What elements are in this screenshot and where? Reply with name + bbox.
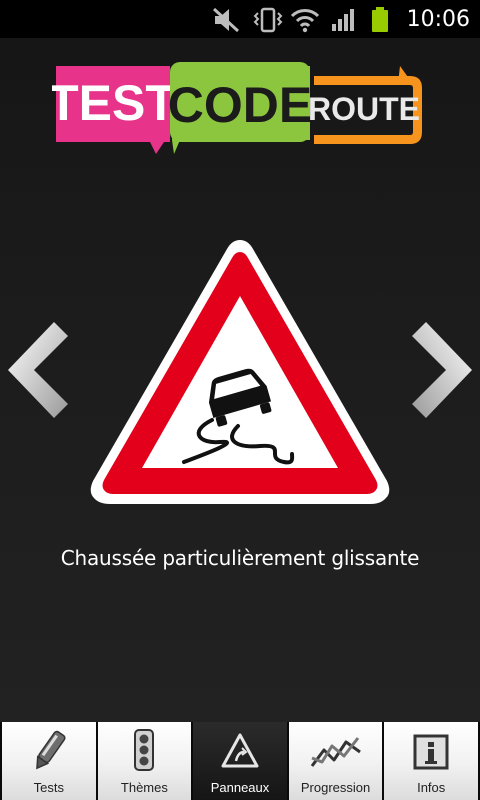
tab-themes-label: Thèmes	[120, 780, 168, 795]
pencil-icon	[35, 730, 66, 770]
app-logo: TEST CODE ROUTE	[52, 62, 422, 154]
wifi-icon	[290, 9, 320, 33]
tab-tests[interactable]: Tests	[2, 722, 96, 800]
battery-icon	[372, 7, 388, 32]
tab-themes[interactable]: Thèmes	[97, 722, 192, 800]
mute-icon	[212, 7, 240, 33]
tab-infos[interactable]: Infos	[384, 722, 478, 800]
tab-progression[interactable]: Progression	[288, 722, 383, 800]
traffic-light-icon	[134, 729, 155, 771]
sign-caption: Chaussée particulièrement glissante	[60, 546, 420, 570]
status-time: 10:06	[406, 7, 470, 32]
tab-panneaux-label: Panneaux	[210, 780, 270, 795]
logo-word-code: CODE	[168, 77, 312, 133]
chevron-left-icon	[8, 322, 68, 418]
previous-sign-button[interactable]	[6, 320, 72, 420]
tab-tests-label: Tests	[33, 780, 64, 795]
chevron-right-icon	[412, 322, 472, 418]
tab-infos-label: Infos	[417, 780, 446, 795]
info-icon	[413, 734, 449, 770]
tab-progression-label: Progression	[300, 780, 371, 795]
tab-bar: Tests Thèmes Panneaux Progression Infos	[0, 722, 480, 800]
chart-icon	[310, 737, 361, 767]
tab-panneaux[interactable]: Panneaux	[193, 722, 287, 800]
vibrate-icon	[253, 7, 283, 33]
road-sign-icon	[221, 733, 259, 768]
signal-icon	[332, 9, 354, 31]
next-sign-button[interactable]	[408, 320, 474, 420]
slippery-road-sign-icon	[90, 240, 390, 504]
logo-word-test: TEST	[52, 75, 176, 131]
logo-word-route: ROUTE	[308, 91, 420, 127]
status-bar: 10:06	[0, 0, 480, 38]
